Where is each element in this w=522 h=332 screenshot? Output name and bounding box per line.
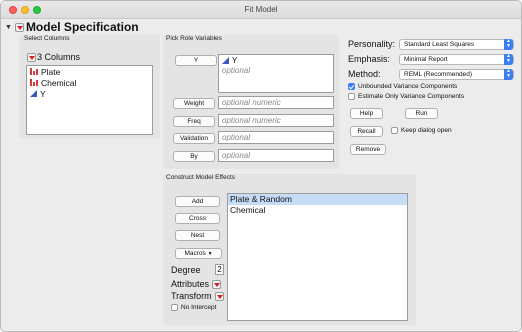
model-effects-list[interactable]: Plate & Random Chemical xyxy=(227,193,408,321)
continuous-triangle-icon xyxy=(30,90,37,97)
effect-item-chemical[interactable]: Chemical xyxy=(228,205,407,216)
continuous-icon xyxy=(30,79,38,86)
validation-role-button[interactable]: Validation xyxy=(173,133,215,144)
freq-role-button[interactable]: Freq xyxy=(173,116,215,127)
fit-model-window: Fit Model ▼ Model Specification Select C… xyxy=(0,0,522,332)
unbounded-variance-row[interactable]: Unbounded Variance Components xyxy=(348,83,457,90)
effect-item-plate-random[interactable]: Plate & Random xyxy=(228,194,407,205)
no-intercept-row[interactable]: No Intercept xyxy=(171,304,216,311)
nest-effect-button[interactable]: Nest xyxy=(175,230,220,241)
cross-effect-button[interactable]: Cross xyxy=(175,213,220,224)
unbounded-variance-checkbox[interactable] xyxy=(348,83,355,90)
degree-label: Degree xyxy=(171,265,201,275)
construct-effects-panel: Construct Model Effects Add Cross Nest M… xyxy=(163,174,416,325)
model-spec-header: ▼ Model Specification xyxy=(5,20,139,34)
continuous-triangle-icon xyxy=(222,57,229,64)
select-arrows-icon: ▲ ▼ xyxy=(504,39,513,50)
emphasis-select[interactable]: Minimal Report ▲ ▼ xyxy=(399,54,514,65)
attributes-row[interactable]: Attributes xyxy=(171,279,223,289)
title-bar: Fit Model xyxy=(1,1,521,19)
method-select[interactable]: REML (Recommended) ▲ ▼ xyxy=(399,69,514,80)
add-effect-button[interactable]: Add xyxy=(175,196,220,207)
select-arrows-icon: ▲ ▼ xyxy=(504,69,513,80)
column-item-plate[interactable]: Plate xyxy=(27,66,152,77)
continuous-icon xyxy=(30,68,38,75)
select-columns-panel: Select Columns 3 Columns Plate Chemical … xyxy=(19,35,160,139)
degree-input[interactable]: 2 xyxy=(215,264,224,275)
pick-roles-panel: Pick Role Variables Y Y optional Weight … xyxy=(163,35,339,169)
y-role-item[interactable]: Y xyxy=(219,55,333,66)
keep-dialog-open-checkbox[interactable] xyxy=(391,127,398,134)
transform-red-triangle-icon[interactable] xyxy=(214,291,224,301)
run-button[interactable]: Run xyxy=(405,108,438,119)
weight-role-button[interactable]: Weight xyxy=(173,98,215,109)
emphasis-label: Emphasis: xyxy=(348,54,391,64)
no-intercept-checkbox[interactable] xyxy=(171,304,178,311)
recall-button[interactable]: Recall xyxy=(350,126,383,137)
chevron-down-icon: ▼ xyxy=(207,251,213,257)
freq-role-field[interactable]: optional numeric xyxy=(218,114,334,127)
column-name: Y xyxy=(40,88,46,99)
method-label: Method: xyxy=(348,69,381,79)
columns-red-triangle-icon[interactable] xyxy=(27,52,36,62)
by-role-field[interactable]: optional xyxy=(218,149,334,162)
personality-label: Personality: xyxy=(348,39,396,49)
page-title: Model Specification xyxy=(25,20,139,34)
by-role-button[interactable]: By xyxy=(173,151,215,162)
validation-role-field[interactable]: optional xyxy=(218,131,334,144)
weight-role-field[interactable]: optional numeric xyxy=(218,96,334,109)
transform-row[interactable]: Transform xyxy=(171,291,226,301)
estimate-only-checkbox[interactable] xyxy=(348,93,355,100)
select-columns-label: Select Columns xyxy=(24,35,70,42)
columns-count-label: 3 Columns xyxy=(37,52,81,62)
help-button[interactable]: Help xyxy=(350,108,383,119)
remove-button[interactable]: Remove xyxy=(350,144,386,155)
macros-button[interactable]: Macros ▼ xyxy=(175,248,222,259)
column-name: Plate xyxy=(41,66,61,77)
select-arrows-icon: ▲ ▼ xyxy=(504,54,513,65)
window-title: Fit Model xyxy=(244,5,278,14)
column-item-chemical[interactable]: Chemical xyxy=(27,77,152,88)
y-role-placeholder: optional xyxy=(222,66,251,75)
column-list[interactable]: Plate Chemical Y xyxy=(26,65,153,135)
estimate-only-row[interactable]: Estimate Only Variance Components xyxy=(348,93,464,100)
keep-dialog-open-row[interactable]: Keep dialog open xyxy=(391,127,452,134)
columns-count-row: 3 Columns xyxy=(27,52,80,62)
pick-roles-label: Pick Role Variables xyxy=(166,35,222,42)
red-triangle-menu-icon[interactable] xyxy=(14,22,24,32)
personality-select[interactable]: Standard Least Squares ▲ ▼ xyxy=(399,39,514,50)
y-role-list[interactable]: Y optional xyxy=(218,54,334,93)
column-item-y[interactable]: Y xyxy=(27,88,152,99)
construct-effects-label: Construct Model Effects xyxy=(166,174,235,181)
y-role-button[interactable]: Y xyxy=(175,55,217,66)
attributes-red-triangle-icon[interactable] xyxy=(212,279,222,289)
column-name: Chemical xyxy=(41,77,77,88)
disclosure-down-icon[interactable]: ▼ xyxy=(5,24,12,31)
